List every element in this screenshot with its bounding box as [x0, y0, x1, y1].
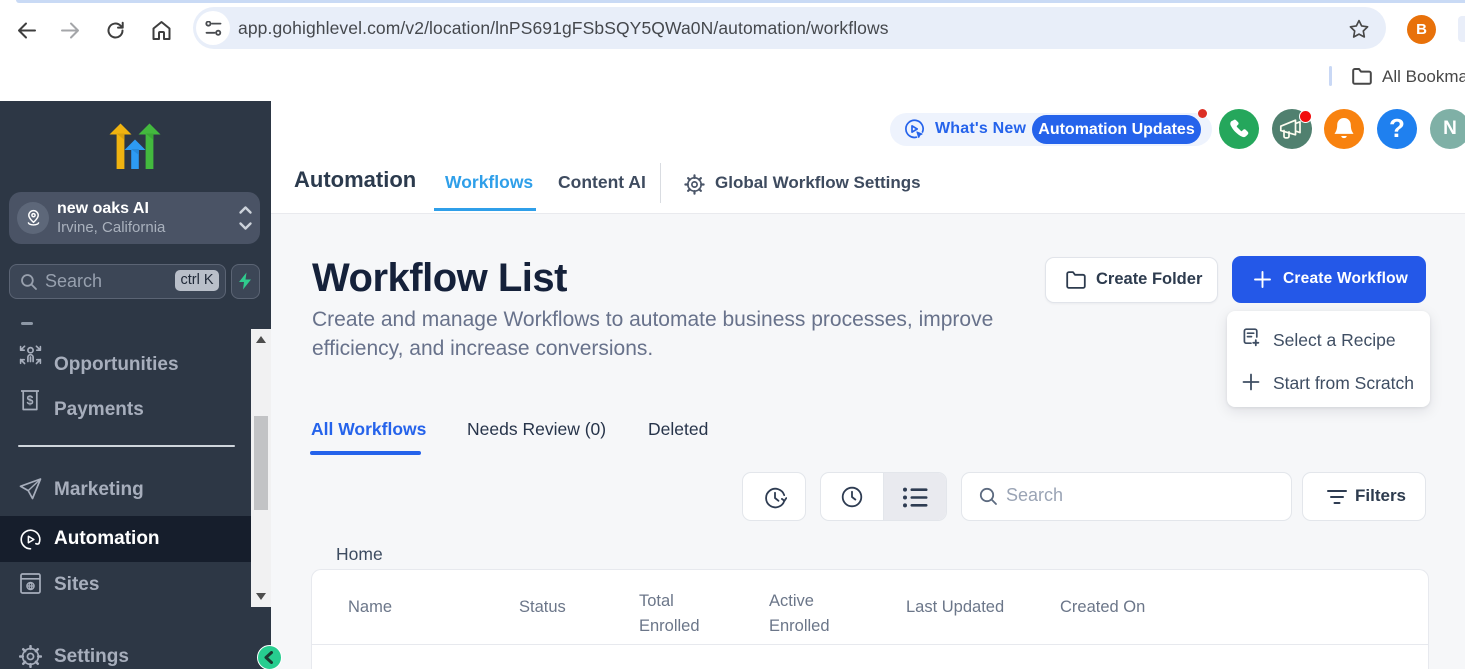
svg-text:$: $	[27, 394, 34, 408]
